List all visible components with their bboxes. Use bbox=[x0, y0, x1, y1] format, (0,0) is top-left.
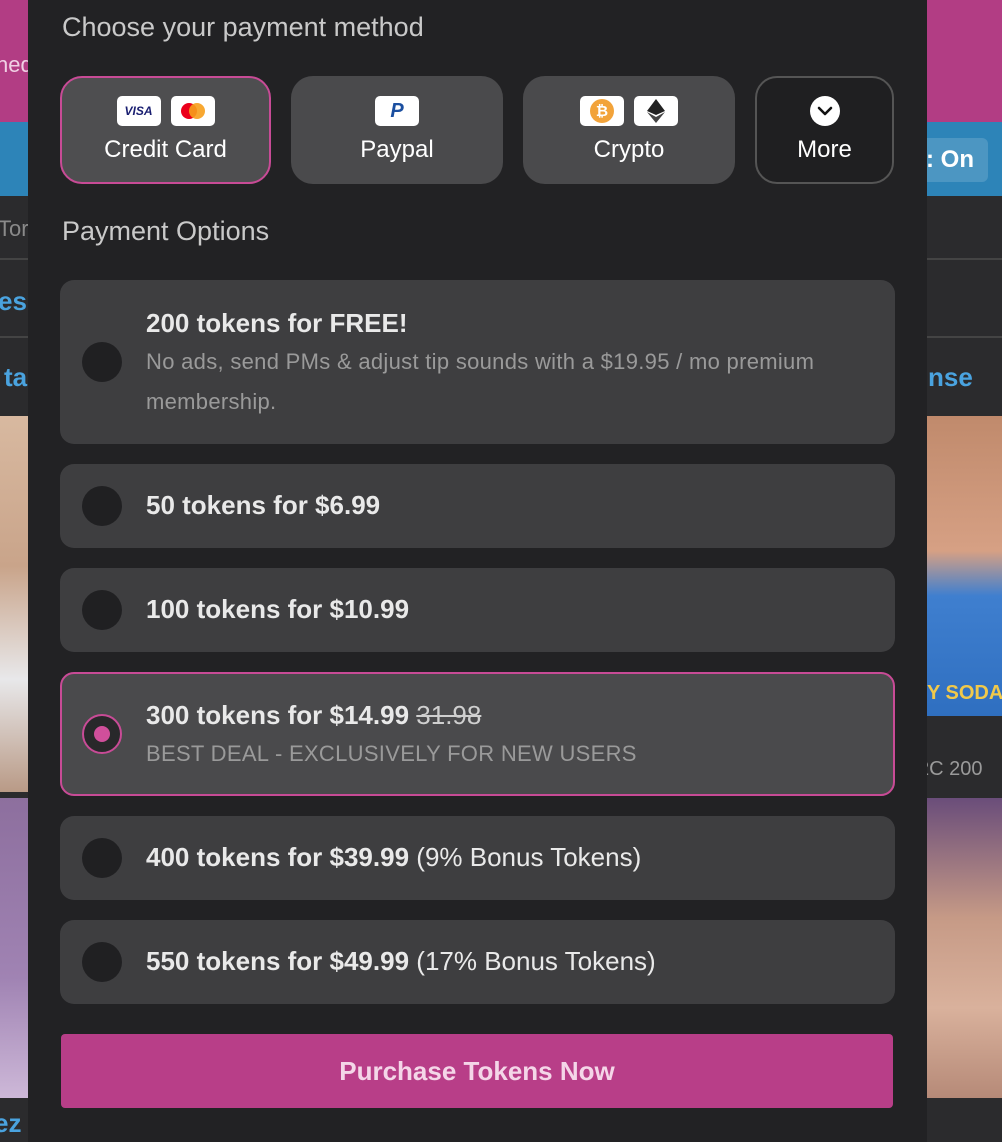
option-300-tokens[interactable]: 300 tokens for $14.99 31.98 BEST DEAL - … bbox=[60, 672, 895, 796]
method-icons bbox=[809, 96, 841, 126]
background-link[interactable]: ez bbox=[0, 1108, 21, 1139]
background-link[interactable]: nse bbox=[928, 362, 973, 393]
method-icons: VISA bbox=[116, 96, 215, 126]
background-link[interactable]: es bbox=[0, 286, 27, 317]
option-550-tokens[interactable]: 550 tokens for $49.99 (17% Bonus Tokens) bbox=[60, 920, 895, 1004]
stream-thumbnail[interactable] bbox=[0, 416, 28, 792]
thumbnail-caption: Y SODA S bbox=[927, 682, 1002, 704]
options-title: Payment Options bbox=[62, 216, 270, 246]
option-subtitle: No ads, send PMs & adjust tip sounds wit… bbox=[146, 349, 815, 414]
option-subtitle: BEST DEAL - EXCLUSIVELY FOR NEW USERS bbox=[146, 741, 637, 766]
option-radio-selected[interactable] bbox=[82, 714, 122, 754]
option-price: 400 tokens for $39.99 bbox=[146, 842, 410, 872]
bitcoin-icon: ₿ bbox=[580, 96, 624, 126]
method-label: Credit Card bbox=[104, 136, 227, 163]
method-label: Crypto bbox=[593, 136, 665, 163]
mastercard-icon bbox=[170, 96, 215, 126]
background-count: 2C 200 bbox=[918, 758, 983, 780]
option-title: 200 tokens for FREE! bbox=[146, 308, 408, 338]
option-200-free[interactable]: 200 tokens for FREE! No ads, send PMs & … bbox=[60, 280, 895, 444]
method-label: Paypal bbox=[360, 136, 434, 163]
option-title: 300 tokens for $14.99 31.98 bbox=[146, 700, 481, 731]
option-400-tokens[interactable]: 400 tokens for $39.99 (9% Bonus Tokens) bbox=[60, 816, 895, 900]
chevron-down-icon bbox=[809, 96, 840, 126]
background-text: Tor bbox=[0, 216, 29, 241]
option-100-tokens[interactable]: 100 tokens for $10.99 bbox=[60, 568, 895, 652]
option-radio[interactable] bbox=[82, 942, 122, 982]
purchase-tokens-button[interactable]: Purchase Tokens Now bbox=[61, 1034, 893, 1108]
option-price: 550 tokens for $49.99 bbox=[146, 946, 410, 976]
option-radio[interactable] bbox=[82, 342, 122, 382]
method-credit-card[interactable]: VISA Credit Card bbox=[60, 76, 271, 184]
method-more[interactable]: More bbox=[755, 76, 894, 184]
visa-icon: VISA bbox=[116, 96, 161, 126]
stream-thumbnail[interactable] bbox=[0, 798, 28, 1098]
ethereum-icon bbox=[634, 96, 678, 126]
method-icons: ₿ bbox=[580, 96, 678, 126]
option-radio[interactable] bbox=[82, 838, 122, 878]
option-title: 550 tokens for $49.99 (17% Bonus Tokens) bbox=[146, 946, 656, 977]
option-radio[interactable] bbox=[82, 590, 122, 630]
background-link[interactable]: ta bbox=[4, 362, 27, 393]
option-radio[interactable] bbox=[82, 486, 122, 526]
option-price: 300 tokens for $14.99 bbox=[146, 700, 410, 730]
svg-text:₿: ₿ bbox=[596, 103, 608, 120]
payment-method-list: VISA Credit Card P Paypal ₿ Crypto More bbox=[60, 76, 894, 184]
stream-thumbnail[interactable]: Y SODA S bbox=[927, 416, 1002, 716]
option-bonus: (17% Bonus Tokens) bbox=[416, 946, 656, 976]
option-bonus: (9% Bonus Tokens) bbox=[416, 842, 642, 872]
method-paypal[interactable]: P Paypal bbox=[291, 76, 503, 184]
original-price: 31.98 bbox=[416, 700, 482, 730]
option-title: 50 tokens for $6.99 bbox=[146, 490, 381, 520]
option-50-tokens[interactable]: 50 tokens for $6.99 bbox=[60, 464, 895, 548]
method-label: More bbox=[797, 136, 852, 163]
modal-title: Choose your payment method bbox=[62, 12, 424, 42]
option-title: 100 tokens for $10.99 bbox=[146, 594, 410, 624]
method-icons: P bbox=[375, 96, 419, 126]
option-title: 400 tokens for $39.99 (9% Bonus Tokens) bbox=[146, 842, 641, 873]
method-crypto[interactable]: ₿ Crypto bbox=[523, 76, 735, 184]
paypal-icon: P bbox=[375, 96, 419, 126]
payment-modal: Choose your payment method VISA Credit C… bbox=[28, 0, 927, 1142]
stream-thumbnail[interactable] bbox=[927, 798, 1002, 1098]
